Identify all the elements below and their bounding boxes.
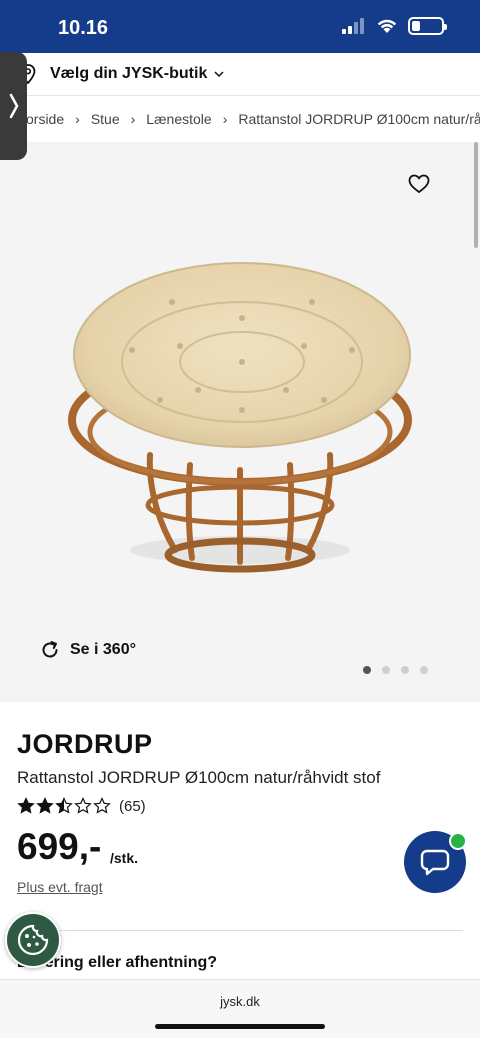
product-image	[68, 262, 412, 573]
chevron-right-icon	[9, 93, 18, 119]
cookie-icon	[17, 924, 49, 956]
star-icon	[74, 797, 92, 814]
status-bar: 10.16	[0, 0, 480, 53]
breadcrumb-item-laenestole[interactable]: Lænestole	[146, 111, 211, 127]
star-icon	[55, 797, 73, 814]
store-selector[interactable]: Vælg din JYSK-butik	[0, 53, 480, 95]
view-360-label: Se i 360°	[70, 641, 136, 658]
product-subtitle: Rattanstol JORDRUP Ø100cm natur/råhvidt …	[17, 768, 381, 787]
breadcrumb-item-current: Rattanstol JORDRUP Ø100cm natur/rå	[238, 110, 480, 127]
gallery-dot[interactable]	[363, 666, 371, 674]
product-brand: JORDRUP	[17, 729, 153, 759]
breadcrumb-separator-icon: ›	[222, 110, 228, 127]
chevron-down-icon	[214, 71, 224, 78]
gallery-dot[interactable]	[401, 666, 409, 674]
star-icon	[93, 797, 111, 814]
browser-url-bar[interactable]: jysk.dk	[0, 979, 480, 1038]
star-icon	[17, 797, 35, 814]
view-360-button[interactable]: Se i 360°	[40, 640, 136, 660]
gallery-pagination[interactable]	[363, 666, 428, 674]
heart-icon[interactable]	[408, 174, 430, 194]
cookie-settings-button[interactable]	[5, 912, 61, 968]
gallery-dot[interactable]	[420, 666, 428, 674]
star-icon	[36, 797, 54, 814]
review-count: (65)	[119, 797, 146, 815]
divider	[17, 930, 463, 931]
status-icons	[342, 17, 447, 35]
wifi-icon	[377, 19, 397, 33]
breadcrumb-separator-icon: ›	[75, 110, 80, 127]
product-gallery[interactable]: Se i 360°	[0, 142, 480, 702]
price-unit: /stk.	[110, 850, 139, 866]
url-text[interactable]: jysk.dk	[0, 994, 480, 1009]
online-status-dot	[449, 832, 467, 850]
scrollbar[interactable]	[474, 142, 478, 248]
rotate-360-icon	[42, 641, 58, 658]
product-rating[interactable]: (65)	[17, 797, 146, 815]
battery-level	[412, 21, 421, 31]
breadcrumb-separator-icon: ›	[130, 110, 136, 127]
rating-stars	[17, 797, 111, 815]
store-selector-label: Vælg din JYSK-butik	[50, 65, 208, 82]
product-price: 699,-	[17, 826, 102, 867]
battery-icon	[408, 17, 447, 35]
breadcrumb-item-home[interactable]: orside	[26, 111, 64, 127]
freight-link[interactable]: Plus evt. fragt	[17, 879, 103, 895]
side-expand-tab[interactable]	[0, 52, 27, 160]
home-indicator	[155, 1024, 325, 1029]
signal-icon	[342, 18, 364, 34]
breadcrumb: orside › Stue › Lænestole › Rattanstol J…	[0, 95, 480, 141]
breadcrumb-item-stue[interactable]: Stue	[91, 111, 120, 127]
chat-bubble-icon	[420, 849, 450, 876]
gallery-dot[interactable]	[382, 666, 390, 674]
status-time: 10.16	[58, 17, 109, 39]
